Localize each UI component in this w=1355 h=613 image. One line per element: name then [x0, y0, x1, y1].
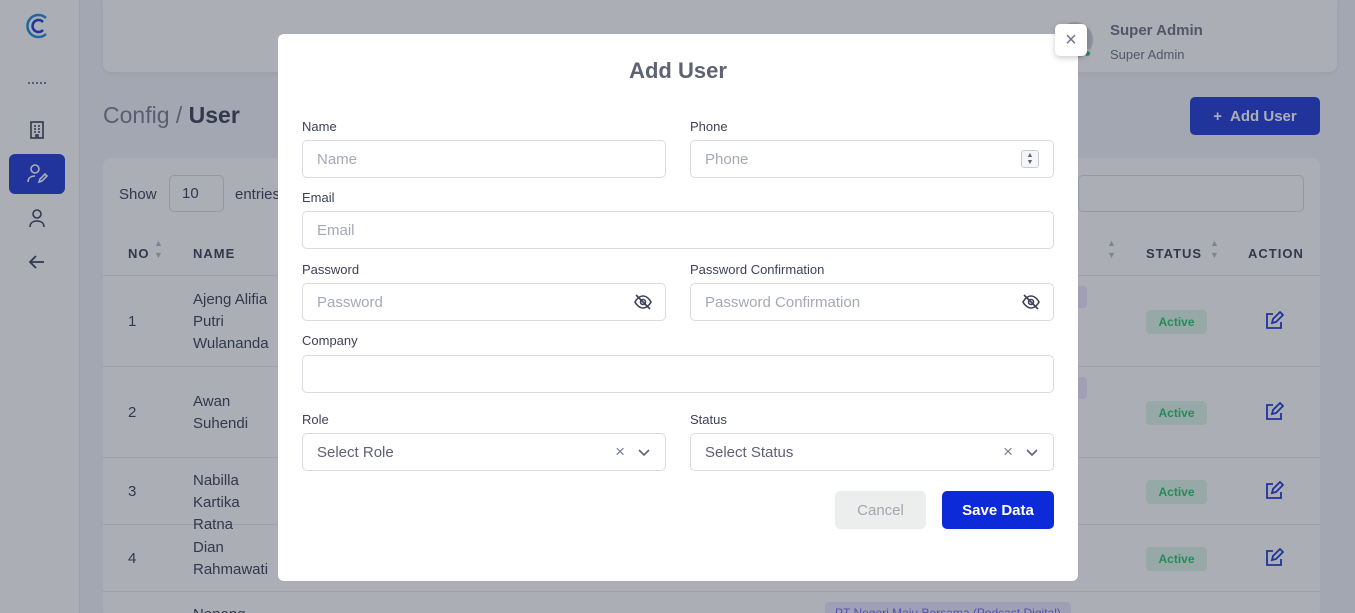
status-select[interactable]: Select Status ×	[690, 433, 1054, 471]
role-select[interactable]: Select Role ×	[302, 433, 666, 471]
password-confirmation-label: Password Confirmation	[690, 262, 825, 277]
phone-field-wrapper: ▲▼	[690, 140, 1054, 178]
cancel-button[interactable]: Cancel	[835, 491, 926, 529]
clear-icon[interactable]: ×	[615, 442, 625, 462]
modal-close-button[interactable]: ×	[1055, 24, 1087, 56]
role-select-value: Select Role	[317, 443, 394, 461]
password-confirmation-input[interactable]	[690, 283, 1054, 321]
phone-input[interactable]	[690, 140, 1054, 178]
password-input[interactable]	[302, 283, 666, 321]
role-label: Role	[302, 412, 329, 427]
status-select-value: Select Status	[705, 443, 794, 461]
phone-stepper[interactable]: ▲ ▼	[1021, 150, 1039, 168]
chevron-down-icon[interactable]	[637, 445, 651, 459]
eye-off-icon[interactable]	[633, 292, 653, 312]
password-label: Password	[302, 262, 360, 277]
name-label: Name	[302, 119, 337, 134]
status-label: Status	[690, 412, 727, 427]
email-input[interactable]	[302, 211, 1054, 249]
company-input[interactable]	[302, 355, 1054, 393]
eye-off-icon[interactable]	[1021, 292, 1041, 312]
chevron-down-icon[interactable]	[1025, 445, 1039, 459]
name-input[interactable]	[302, 140, 666, 178]
company-label: Company	[302, 333, 358, 348]
modal-title: Add User	[629, 58, 727, 83]
save-data-button[interactable]: Save Data	[942, 491, 1054, 529]
email-label: Email	[302, 190, 335, 205]
clear-icon[interactable]: ×	[1003, 442, 1013, 462]
close-icon: ×	[1065, 28, 1077, 51]
add-user-modal: × Add User Name Phone ▲▼ Email Password …	[278, 24, 1087, 581]
phone-label: Phone	[690, 119, 728, 134]
